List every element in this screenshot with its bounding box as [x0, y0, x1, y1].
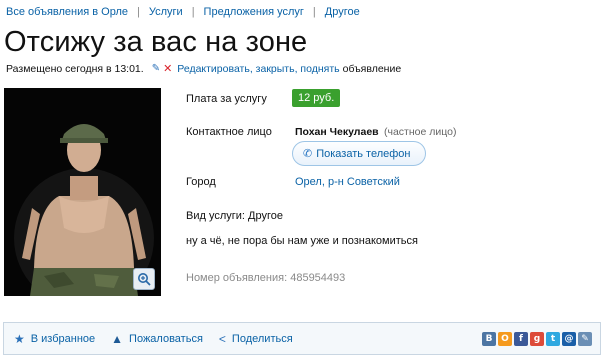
star-icon: ★ [14, 331, 25, 346]
breadcrumb-service-offers[interactable]: Предложения услуг [204, 6, 304, 18]
ad-photo-image [4, 88, 161, 296]
contact-label: Контактное лицо [186, 126, 272, 138]
breadcrumb-other[interactable]: Другое [325, 6, 360, 18]
complain-button[interactable]: ▲ Пожаловаться [111, 332, 203, 346]
price-badge: 12 руб. [292, 89, 341, 107]
social-share-icons: В Оf g t @ ✎ [482, 332, 592, 346]
show-phone-label: Показать телефон [316, 147, 411, 160]
service-type: Вид услуги: Другое [186, 210, 283, 222]
google-plus-icon[interactable]: g [530, 332, 544, 346]
livejournal-icon[interactable]: ✎ [578, 332, 592, 346]
breadcrumb-separator: | [191, 6, 195, 18]
mail-icon[interactable]: @ [562, 332, 576, 346]
edit-suffix-text: объявление [342, 62, 402, 75]
share-label: Поделиться [231, 332, 293, 345]
warning-icon: ▲ [111, 331, 124, 346]
pencil-icon[interactable]: ✎ [152, 63, 160, 74]
ad-description: ну а чё, не пора бы нам уже и познакомит… [186, 235, 418, 247]
phone-icon: ✆ [303, 148, 313, 160]
city-link[interactable]: Орел, р-н Советский [295, 176, 400, 188]
price-label: Плата за услугу [186, 93, 267, 105]
breadcrumb: Все объявления в Орле | Услуги | Предложения… [6, 6, 360, 18]
facebook-icon[interactable]: f [514, 332, 528, 346]
favorite-button[interactable]: ★ В избранное [14, 332, 95, 346]
action-bar: ★ В избранное ▲ Пожаловаться < Поделитьс… [3, 322, 601, 355]
ad-number: Номер объявления: 485954493 [186, 272, 346, 284]
page-title: Отсижу за вас на зоне [4, 26, 308, 58]
odnoklassniki-icon[interactable]: О [498, 332, 512, 346]
complain-label: Пожаловаться [129, 332, 203, 345]
twitter-icon[interactable]: t [546, 332, 560, 346]
breadcrumb-all-ads-orel[interactable]: Все объявления в Орле [6, 6, 128, 18]
share-icon: < [218, 331, 226, 346]
ad-photo[interactable] [4, 88, 161, 296]
breadcrumb-separator: | [312, 6, 316, 18]
ad-meta: Размещено сегодня в 13:01. ✎ ✕ Редактиро… [6, 62, 402, 76]
edit-close-raise-link[interactable]: Редактировать, закрыть, поднять [177, 63, 339, 75]
breadcrumb-separator: | [137, 6, 140, 18]
share-button[interactable]: < Поделиться [219, 332, 293, 346]
zoom-in-icon[interactable] [133, 268, 155, 290]
favorite-label: В избранное [30, 332, 96, 345]
contact-type: (частное лицо) [384, 126, 457, 138]
vkontakte-icon[interactable]: В [482, 332, 496, 346]
show-phone-button[interactable]: ✆ Показать телефон [292, 141, 426, 166]
contact-name: Похан Чекулаев [295, 126, 379, 138]
breadcrumb-services[interactable]: Услуги [149, 6, 183, 18]
city-label: Город [186, 176, 216, 188]
close-icon[interactable]: ✕ [163, 62, 172, 75]
posted-time: Размещено сегодня в 13:01. [6, 62, 144, 75]
